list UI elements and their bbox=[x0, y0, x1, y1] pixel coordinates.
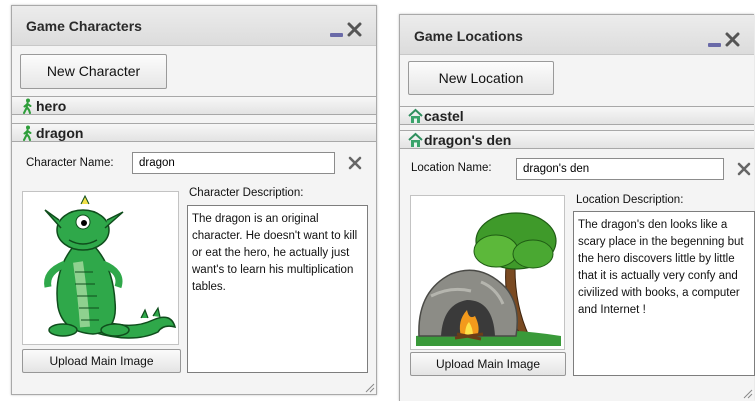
location-item-dragons-den[interactable]: dragon's den bbox=[400, 130, 754, 149]
locations-titlebar[interactable]: Game Locations bbox=[400, 15, 754, 55]
new-location-button[interactable]: New Location bbox=[408, 61, 554, 95]
upload-main-image-button[interactable]: Upload Main Image bbox=[22, 349, 181, 373]
character-main-image bbox=[22, 191, 179, 345]
clear-name-icon[interactable] bbox=[348, 156, 362, 170]
character-description-textarea[interactable]: The dragon is an original character. He … bbox=[187, 205, 368, 373]
clear-name-icon[interactable] bbox=[737, 162, 751, 176]
game-characters-panel: Game Characters New Character hero drago… bbox=[11, 5, 377, 395]
new-character-button[interactable]: New Character bbox=[20, 54, 167, 89]
minimize-icon[interactable] bbox=[330, 33, 343, 37]
close-icon[interactable] bbox=[347, 22, 362, 37]
house-icon bbox=[408, 132, 423, 147]
walking-person-icon bbox=[23, 125, 32, 141]
cave-with-tree-and-campfire-illustration bbox=[416, 212, 561, 346]
location-item-label: castel bbox=[424, 108, 464, 124]
location-description-label: Location Description: bbox=[576, 194, 684, 206]
resize-grip-icon[interactable] bbox=[363, 381, 375, 393]
character-name-input[interactable] bbox=[132, 152, 335, 174]
character-item-label: dragon bbox=[36, 125, 84, 141]
house-icon bbox=[408, 108, 423, 123]
characters-panel-title: Game Characters bbox=[26, 18, 142, 34]
character-item-hero[interactable]: hero bbox=[12, 96, 376, 115]
minimize-icon[interactable] bbox=[708, 43, 721, 47]
resize-grip-icon[interactable] bbox=[741, 387, 753, 399]
locations-panel-title: Game Locations bbox=[414, 28, 523, 44]
location-main-image bbox=[410, 195, 565, 350]
character-item-dragon[interactable]: dragon bbox=[12, 123, 376, 142]
location-name-input[interactable] bbox=[516, 158, 724, 180]
location-name-label: Location Name: bbox=[411, 162, 492, 174]
upload-main-image-button[interactable]: Upload Main Image bbox=[410, 352, 566, 376]
location-description-textarea[interactable]: The dragon's den looks like a scary plac… bbox=[573, 211, 755, 376]
location-item-label: dragon's den bbox=[424, 132, 512, 148]
location-item-castel[interactable]: castel bbox=[400, 106, 754, 125]
character-description-label: Character Description: bbox=[189, 187, 304, 199]
character-name-label: Character Name: bbox=[26, 157, 114, 169]
character-item-label: hero bbox=[36, 98, 67, 114]
close-icon[interactable] bbox=[725, 32, 740, 47]
characters-titlebar[interactable]: Game Characters bbox=[12, 6, 376, 46]
green-dragon-illustration bbox=[44, 194, 177, 339]
game-locations-panel: Game Locations New Location castel drago… bbox=[399, 14, 755, 401]
walking-person-icon bbox=[23, 98, 32, 114]
